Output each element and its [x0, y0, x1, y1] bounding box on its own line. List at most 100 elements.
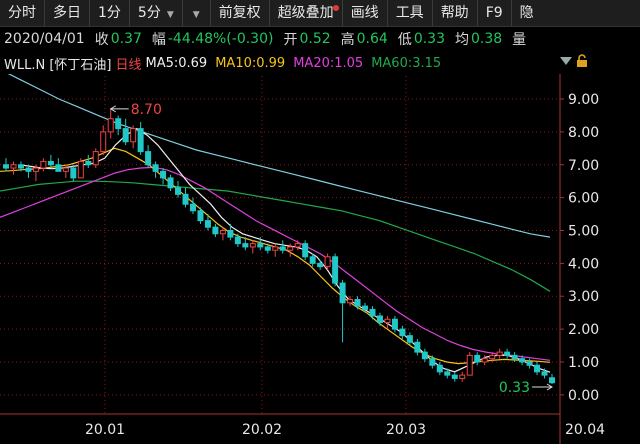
- button-tools[interactable]: 工具: [388, 0, 433, 26]
- candle: [189, 197, 196, 215]
- candle-body: [272, 246, 279, 251]
- candle-body: [332, 256, 339, 284]
- lock-icon[interactable]: [576, 54, 588, 68]
- tab-5min[interactable]: 5分 ▼: [130, 0, 183, 26]
- candle: [249, 240, 256, 254]
- candle-body: [145, 151, 152, 166]
- avg-label: 均: [454, 32, 469, 48]
- candle-body: [429, 358, 436, 366]
- candle-body: [414, 341, 421, 353]
- y-tick-label: 7.00: [568, 158, 599, 174]
- high-label: 高: [340, 32, 355, 48]
- button-draw-line[interactable]: 画线: [343, 0, 388, 26]
- candle: [414, 338, 421, 356]
- tab-5min-label: 5分: [137, 5, 161, 21]
- candle: [10, 161, 17, 175]
- candle-body: [175, 187, 182, 195]
- candle-body: [77, 160, 84, 179]
- candle: [3, 158, 9, 172]
- candle-body: [459, 374, 466, 379]
- period-dropdown[interactable]: ▼: [183, 0, 211, 26]
- ma120-line: [7, 74, 551, 238]
- candle-body: [496, 351, 503, 356]
- button-super-overlay[interactable]: 超级叠加: [270, 0, 343, 26]
- candle-body: [406, 335, 413, 343]
- candle-body: [436, 364, 443, 373]
- candle-body: [511, 354, 518, 360]
- candle-body: [219, 229, 226, 235]
- button-adjust-prior[interactable]: 前复权: [211, 0, 270, 26]
- candle: [107, 108, 114, 139]
- candle-body: [451, 374, 458, 379]
- y-tick-label: 8.00: [568, 125, 599, 141]
- candle-body: [347, 299, 354, 304]
- y-tick-label: 3.00: [568, 289, 599, 305]
- change-value: -44.48%(-0.30): [167, 31, 274, 47]
- ma10-value: MA10:0.99: [215, 55, 286, 71]
- change-label: 幅: [151, 32, 166, 48]
- candle-body: [130, 128, 137, 143]
- candle-body: [70, 167, 77, 179]
- candle: [504, 348, 511, 359]
- candle: [399, 325, 406, 339]
- x-tick-label: 20.04: [565, 422, 605, 438]
- candle: [376, 312, 383, 326]
- candle-body: [421, 351, 428, 360]
- y-tick-label: 5.00: [568, 223, 599, 239]
- candle-body: [317, 262, 324, 268]
- candle: [466, 352, 473, 376]
- candle-body: [309, 256, 316, 264]
- chevron-down-icon[interactable]: ▼: [167, 10, 174, 20]
- ma60-value: MA60:3.15: [371, 55, 442, 71]
- candle-body: [541, 371, 548, 376]
- period-label: 日线: [115, 57, 142, 73]
- open-value: 0.52: [299, 31, 331, 47]
- collapse-arrow-icon[interactable]: [560, 56, 572, 66]
- ma20-value: MA20:1.05: [293, 55, 364, 71]
- tab-intraday[interactable]: 分时: [0, 0, 45, 26]
- candle: [227, 223, 234, 241]
- candle: [317, 260, 324, 270]
- candle: [55, 158, 62, 172]
- x-tick-label: 20.01: [85, 422, 125, 438]
- candle: [339, 279, 346, 343]
- y-tick-label: 1.00: [568, 355, 599, 371]
- candle-body: [227, 229, 234, 238]
- candle-body: [384, 318, 391, 324]
- candle: [354, 296, 361, 310]
- candlestick-chart[interactable]: 9.00 8.00 7.00 6.00 5.00 4.00 3.00 2.00 1.00 0.00…: [0, 74, 640, 444]
- volume-label: 量: [512, 32, 527, 48]
- button-f9[interactable]: F9: [478, 0, 512, 26]
- candle: [47, 154, 54, 169]
- candle-body: [204, 220, 211, 228]
- tab-multi-day[interactable]: 多日: [45, 0, 90, 26]
- button-hide[interactable]: 隐: [512, 0, 542, 26]
- candle: [474, 352, 481, 366]
- candle-body: [85, 160, 92, 166]
- candle: [77, 158, 84, 179]
- candle-body: [302, 243, 309, 258]
- candle: [496, 348, 503, 359]
- candle-body: [249, 243, 256, 248]
- candle-body: [10, 164, 17, 169]
- button-help[interactable]: 帮助: [433, 0, 478, 26]
- candle-body: [504, 351, 511, 356]
- candle-body: [25, 167, 32, 172]
- candle: [347, 296, 354, 307]
- candle: [369, 306, 376, 320]
- candle-body: [399, 328, 406, 337]
- candle: [167, 174, 174, 192]
- candle-body: [279, 246, 286, 251]
- candle-body: [549, 377, 555, 384]
- candle: [92, 148, 99, 169]
- candle: [549, 373, 555, 385]
- candle-body: [40, 160, 47, 169]
- high-value: 0.64: [356, 31, 388, 47]
- low-value: 0.33: [413, 31, 445, 47]
- tab-1min[interactable]: 1分: [90, 0, 130, 26]
- moving-average-layer: [0, 74, 551, 373]
- low-label: 低: [397, 32, 412, 48]
- candle-body: [489, 354, 496, 360]
- candle-body: [47, 160, 54, 166]
- toolbar: 分时 多日 1分 5分 ▼ ▼ 前复权 超级叠加 画线 工具 帮助 F9 隐: [0, 0, 640, 27]
